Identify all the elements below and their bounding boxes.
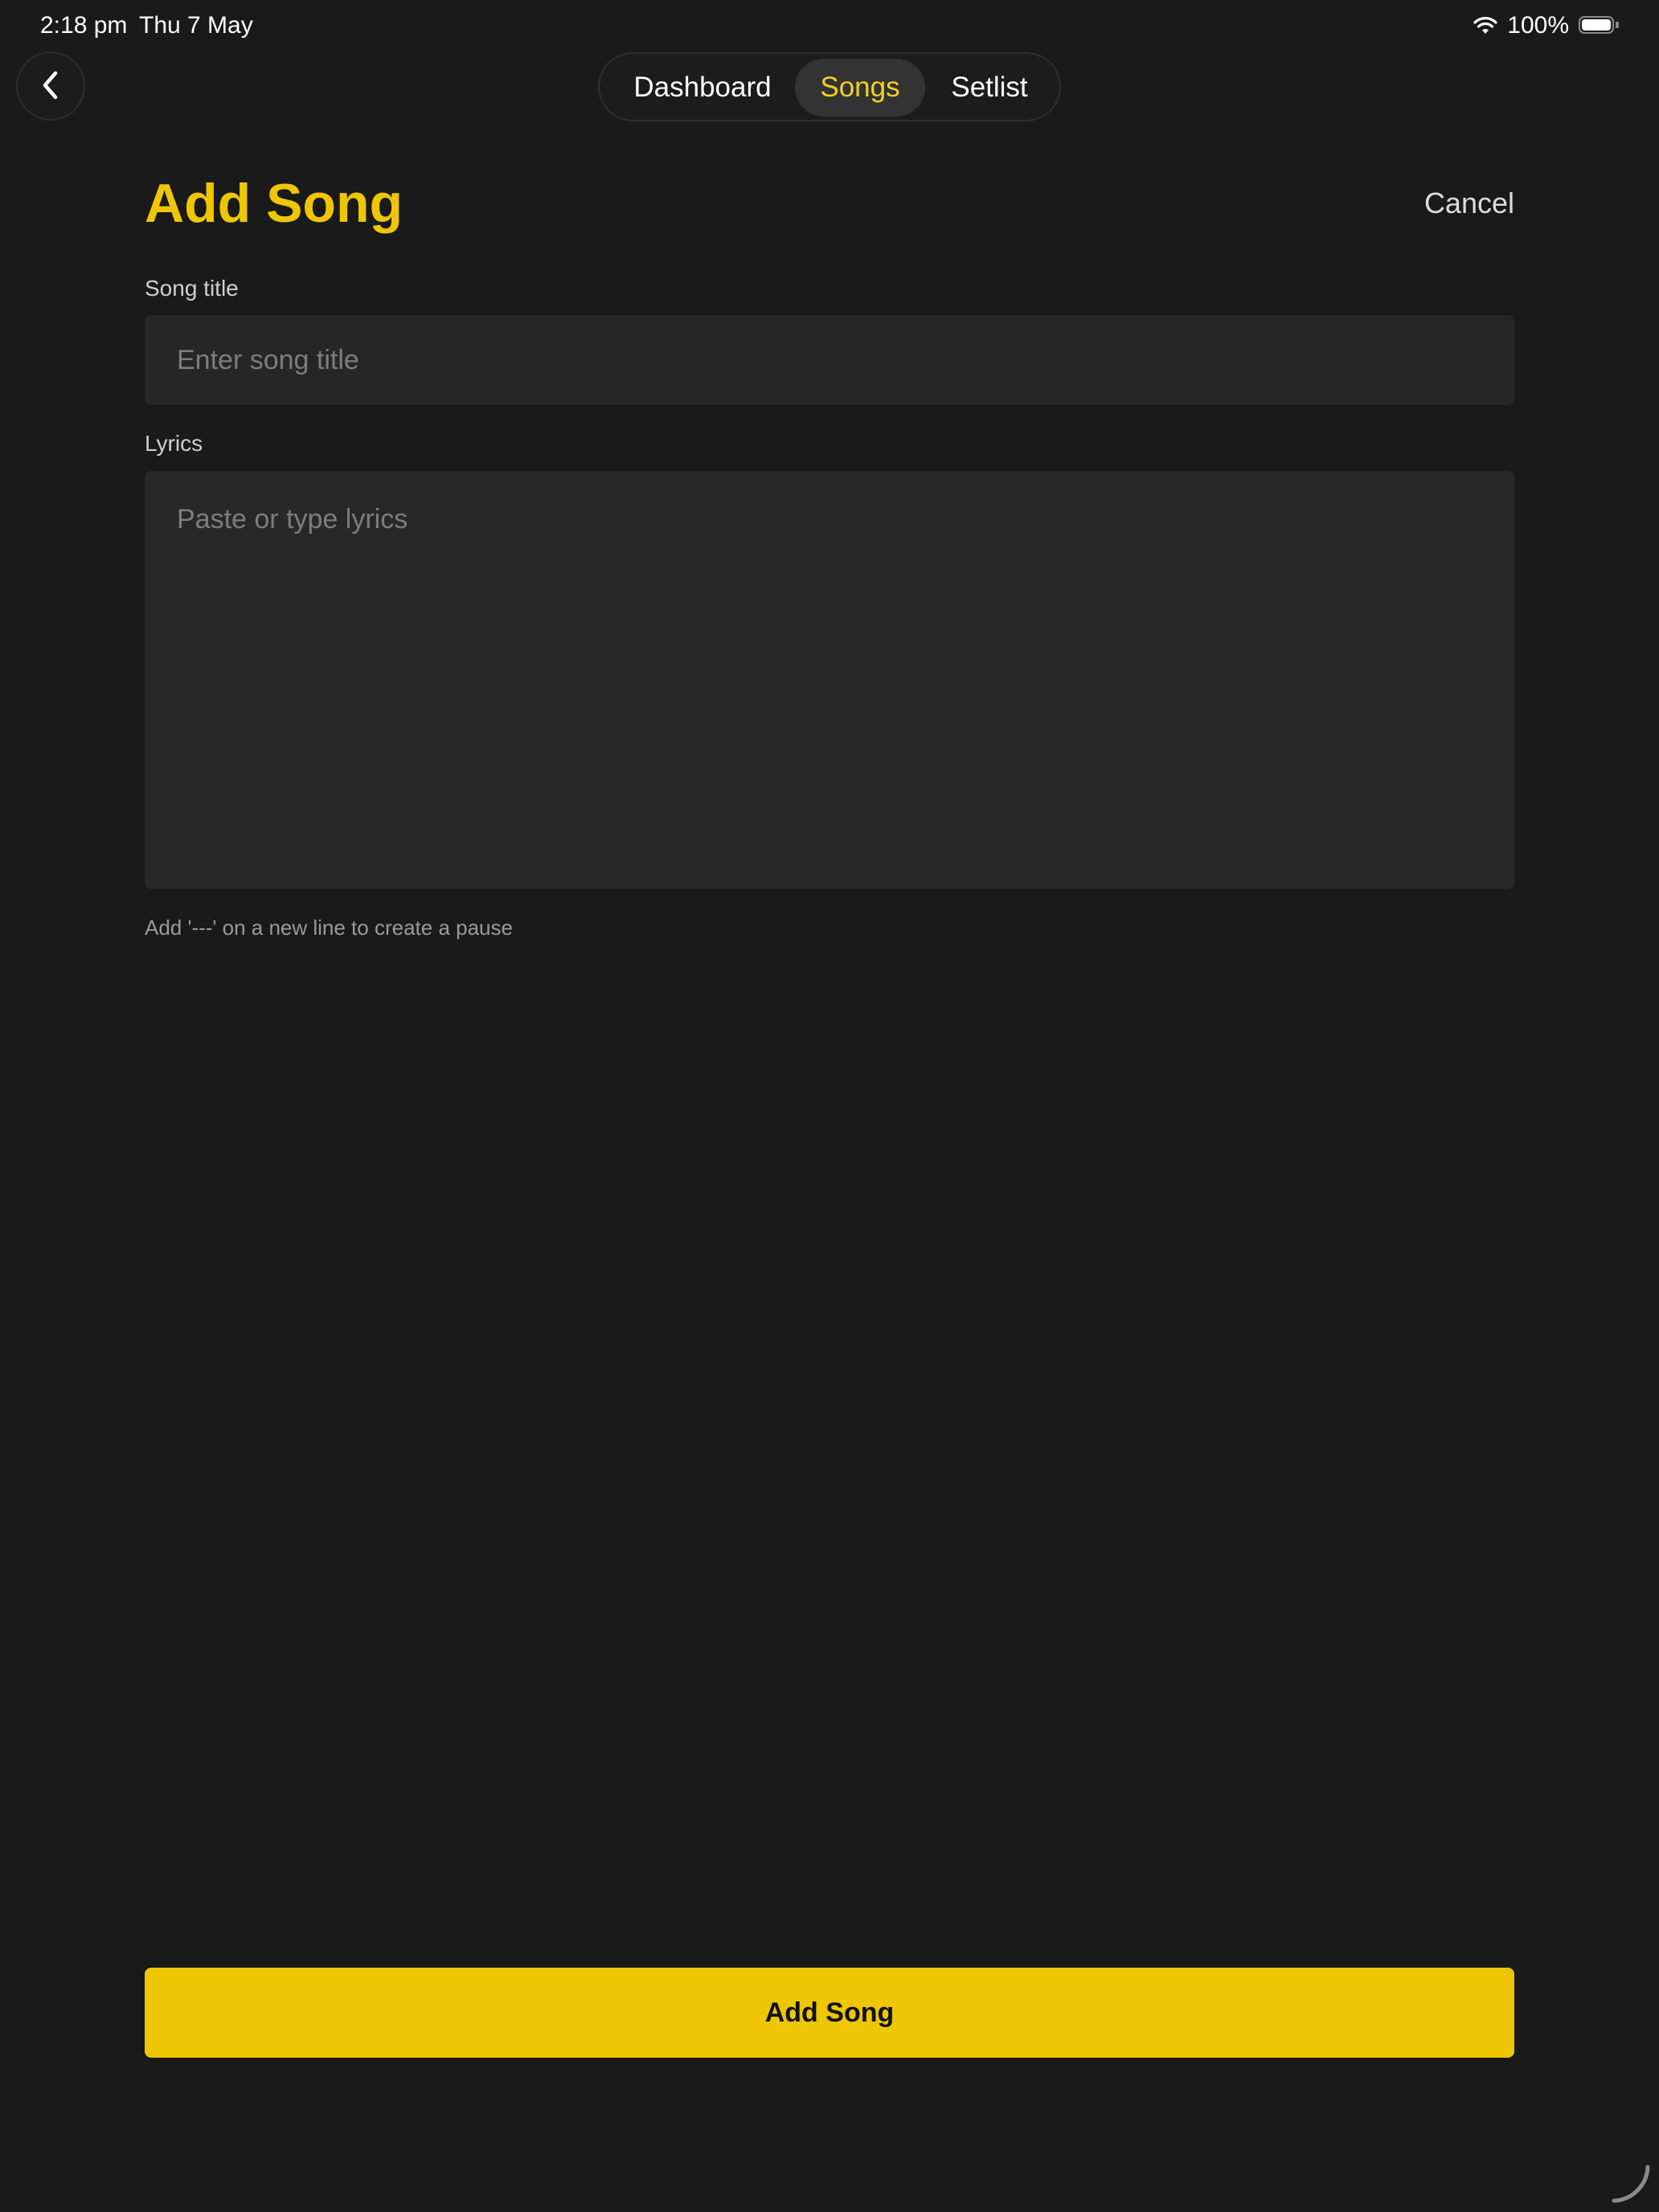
tab-setlist[interactable]: Setlist [929, 59, 1050, 117]
chevron-left-icon [39, 69, 63, 104]
corner-resize-icon [1608, 2161, 1653, 2206]
page-title: Add Song [145, 173, 403, 234]
lyrics-label: Lyrics [145, 431, 203, 456]
battery-percent: 100% [1507, 12, 1569, 39]
back-button[interactable] [16, 51, 85, 121]
lyrics-helper-text: Add '---' on a new line to create a paus… [145, 916, 513, 940]
wifi-icon [1473, 16, 1497, 35]
status-indicators: 100% [1473, 10, 1619, 42]
battery-icon [1579, 16, 1619, 35]
segmented-nav: Dashboard Songs Setlist [598, 52, 1061, 121]
tab-songs[interactable]: Songs [795, 59, 925, 117]
add-song-button[interactable]: Add Song [145, 1968, 1514, 2058]
tab-dashboard[interactable]: Dashboard [614, 59, 791, 117]
cancel-button[interactable]: Cancel [1424, 183, 1514, 223]
status-date: Thu 7 May [139, 12, 253, 39]
song-title-label: Song title [145, 276, 239, 301]
lyrics-input[interactable] [145, 471, 1514, 889]
status-time: 2:18 pm [40, 12, 128, 39]
battery-fill [1582, 19, 1611, 31]
song-title-input[interactable] [145, 315, 1514, 405]
